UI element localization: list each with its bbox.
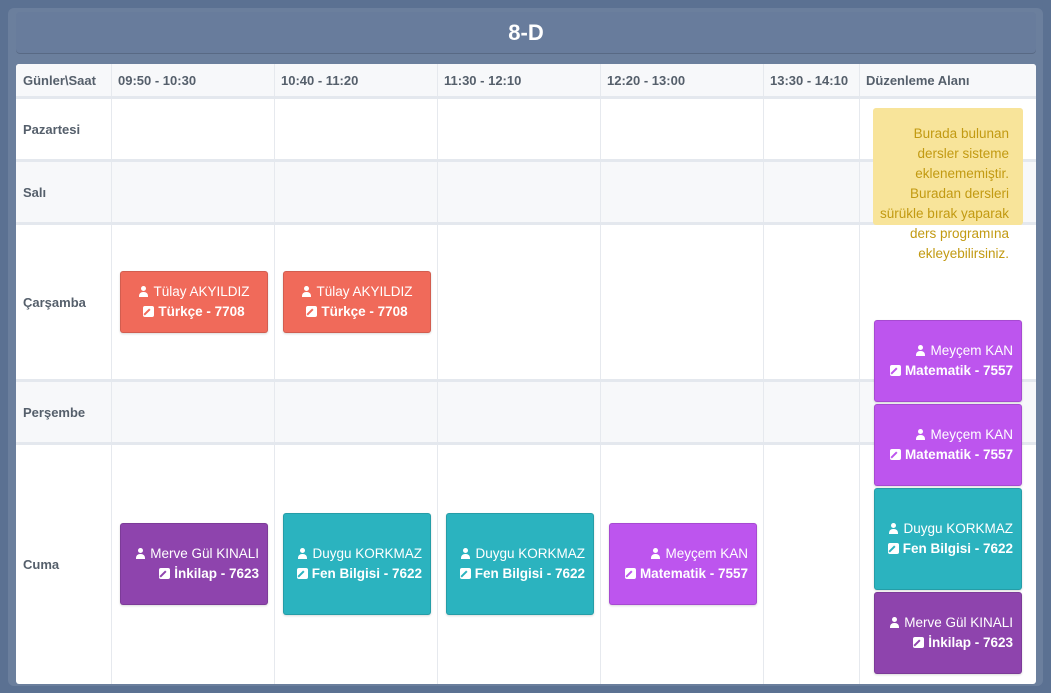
header-period-5: 13:30 - 14:10 <box>770 72 849 88</box>
card-teacher: Duygu KORKMAZ <box>903 521 1013 536</box>
card-lesson: Matematik - 7557 <box>904 363 1013 378</box>
col-divider <box>274 64 275 684</box>
info-note: Burada bulunan dersler sisteme eklenemem… <box>879 126 1009 261</box>
lesson-card-cuma-1[interactable]: Merve Gül KINALI İnkilap - 7623 <box>120 523 268 605</box>
user-icon <box>135 548 146 559</box>
edit-icon <box>296 568 308 579</box>
card-lesson: Fen Bilgisi - 7622 <box>902 541 1013 556</box>
col-divider <box>600 64 601 684</box>
card-lesson: İnkilap - 7623 <box>928 635 1013 650</box>
editing-card-2[interactable]: Meyçem KAN Matematik - 7557 <box>874 404 1022 486</box>
schedule-table: Günler\Saat 09:50 - 10:30 10:40 - 11:20 … <box>16 64 1036 684</box>
user-icon <box>301 286 312 297</box>
editing-card-3[interactable]: Duygu KORKMAZ Fen Bilgisi - 7622 <box>874 488 1022 590</box>
lesson-card-carsamba-2[interactable]: Tülay AKYILDIZ Türkçe - 7708 <box>283 271 431 333</box>
user-icon <box>889 617 900 628</box>
header-days-hours: Günler\Saat <box>23 72 96 88</box>
card-lesson: Türkçe - 7708 <box>321 304 408 319</box>
edit-icon <box>159 568 171 579</box>
card-teacher: Tülay AKYILDIZ <box>316 284 413 299</box>
col-divider <box>859 64 860 684</box>
col-divider <box>763 64 764 684</box>
row-divider <box>16 96 1036 99</box>
card-lesson: Türkçe - 7708 <box>158 304 245 319</box>
edit-icon <box>889 449 901 460</box>
header-period-3: 11:30 - 12:10 <box>444 72 522 88</box>
header-editing-area: Düzenleme Alanı <box>866 72 970 88</box>
editing-card-1[interactable]: Meyçem KAN Matematik - 7557 <box>874 320 1022 402</box>
lesson-card-cuma-3[interactable]: Duygu KORKMAZ Fen Bilgisi - 7622 <box>446 513 594 615</box>
card-teacher: Merve Gül KINALI <box>904 615 1013 630</box>
edit-icon <box>624 568 636 579</box>
edit-icon <box>143 306 155 317</box>
edit-icon <box>913 637 925 648</box>
day-cuma: Cuma <box>23 557 60 572</box>
lesson-card-cuma-4[interactable]: Meyçem KAN Matematik - 7557 <box>609 523 757 605</box>
card-teacher: Merve Gül KINALI <box>150 546 259 561</box>
header-period-4: 12:20 - 13:00 <box>607 72 686 88</box>
editing-card-4[interactable]: Merve Gül KINALI İnkilap - 7623 <box>874 592 1022 674</box>
card-teacher: Duygu KORKMAZ <box>312 546 422 561</box>
card-teacher: Meyçem KAN <box>930 427 1013 442</box>
card-lesson: İnkilap - 7623 <box>174 566 259 581</box>
user-icon <box>915 345 926 356</box>
day-persembe: Perşembe <box>23 404 86 420</box>
day-pazartesi: Pazartesi <box>23 121 81 137</box>
card-teacher: Tülay AKYILDIZ <box>153 284 250 299</box>
day-carsamba: Çarşamba <box>23 294 86 310</box>
user-icon <box>297 548 308 559</box>
edit-icon <box>459 568 471 579</box>
user-icon <box>138 286 149 297</box>
card-lesson: Matematik - 7557 <box>639 566 748 581</box>
edit-icon <box>887 543 899 554</box>
card-lesson: Matematik - 7557 <box>904 447 1013 462</box>
user-icon <box>888 523 899 534</box>
lesson-card-cuma-2[interactable]: Duygu KORKMAZ Fen Bilgisi - 7622 <box>283 513 431 615</box>
col-divider <box>437 64 438 684</box>
class-title: 8-D <box>16 12 1036 54</box>
card-teacher: Duygu KORKMAZ <box>475 546 585 561</box>
card-lesson: Fen Bilgisi - 7622 <box>311 566 422 581</box>
header-period-1: 09:50 - 10:30 <box>118 72 197 88</box>
user-icon <box>650 548 661 559</box>
header-period-2: 10:40 - 11:20 <box>281 72 359 88</box>
user-icon <box>915 429 926 440</box>
card-teacher: Meyçem KAN <box>665 546 748 561</box>
col-divider <box>111 64 112 684</box>
card-lesson: Fen Bilgisi - 7622 <box>474 566 585 581</box>
edit-icon <box>306 306 318 317</box>
lesson-card-carsamba-1[interactable]: Tülay AKYILDIZ Türkçe - 7708 <box>120 271 268 333</box>
user-icon <box>460 548 471 559</box>
card-teacher: Meyçem KAN <box>930 343 1013 358</box>
day-sali: Salı <box>23 184 47 200</box>
edit-icon <box>889 365 901 376</box>
